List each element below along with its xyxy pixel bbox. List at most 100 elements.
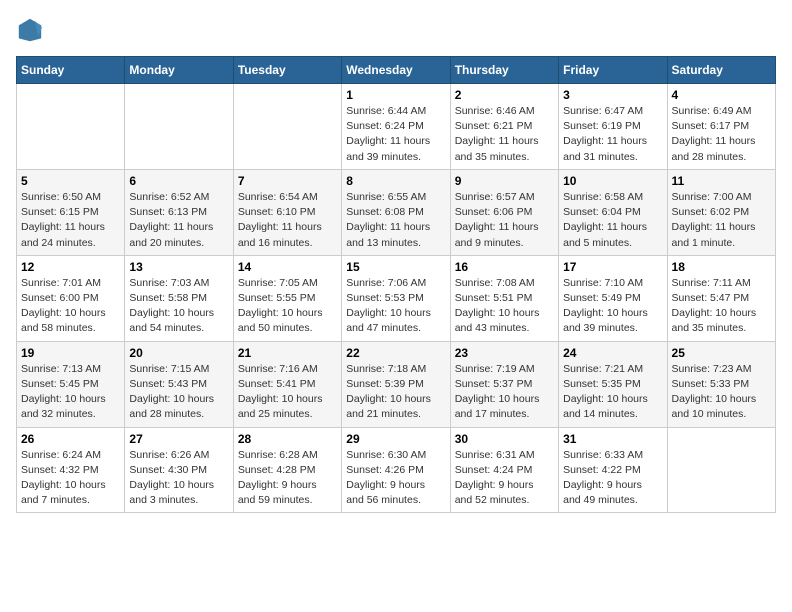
calendar-week-1: 1 Sunrise: 6:44 AM Sunset: 6:24 PM Daylig… — [17, 84, 776, 170]
calendar-cell: 30 Sunrise: 6:31 AM Sunset: 4:24 PM Dayli… — [450, 427, 558, 513]
day-info: Sunrise: 7:06 AM Sunset: 5:53 PM Dayligh… — [346, 276, 445, 337]
calendar-cell: 21Sunrise: 7:16 AM Sunset: 5:41 PM Dayli… — [233, 341, 341, 427]
day-info: Sunrise: 6:50 AM Sunset: 6:15 PM Dayligh… — [21, 190, 120, 251]
day-number: 7 — [238, 174, 337, 188]
calendar-cell: 1 Sunrise: 6:44 AM Sunset: 6:24 PM Daylig… — [342, 84, 450, 170]
day-info: Sunrise: 6:24 AM Sunset: 4:32 PM Dayligh… — [21, 448, 120, 509]
day-number: 18 — [672, 260, 771, 274]
day-info: Sunrise: 6:57 AM Sunset: 6:06 PM Dayligh… — [455, 190, 554, 251]
day-number: 25 — [672, 346, 771, 360]
day-number: 16 — [455, 260, 554, 274]
calendar-cell: 26 Sunrise: 6:24 AM Sunset: 4:32 PM Dayli… — [17, 427, 125, 513]
calendar-week-2: 5 Sunrise: 6:50 AM Sunset: 6:15 PM Daylig… — [17, 169, 776, 255]
calendar-cell: 3 Sunrise: 6:47 AM Sunset: 6:19 PM Daylig… — [559, 84, 667, 170]
calendar-cell: 23 Sunrise: 7:19 AM Sunset: 5:37 PM Dayli… — [450, 341, 558, 427]
calendar-cell: 2Sunrise: 6:46 AM Sunset: 6:21 PM Daylig… — [450, 84, 558, 170]
calendar-cell: 29 Sunrise: 6:30 AM Sunset: 4:26 PM Dayli… — [342, 427, 450, 513]
day-info: Sunrise: 6:58 AM Sunset: 6:04 PM Dayligh… — [563, 190, 662, 251]
day-number: 10 — [563, 174, 662, 188]
calendar-cell: 15 Sunrise: 7:06 AM Sunset: 5:53 PM Dayli… — [342, 255, 450, 341]
calendar-cell: 5 Sunrise: 6:50 AM Sunset: 6:15 PM Daylig… — [17, 169, 125, 255]
day-number: 8 — [346, 174, 445, 188]
day-info: Sunrise: 7:23 AM Sunset: 5:33 PM Dayligh… — [672, 362, 771, 423]
logo — [16, 16, 48, 44]
day-number: 1 — [346, 88, 445, 102]
calendar-cell: 7 Sunrise: 6:54 AM Sunset: 6:10 PM Daylig… — [233, 169, 341, 255]
day-info: Sunrise: 7:01 AM Sunset: 6:00 PM Dayligh… — [21, 276, 120, 337]
calendar-cell — [17, 84, 125, 170]
day-info: Sunrise: 6:28 AM Sunset: 4:28 PM Dayligh… — [238, 448, 337, 509]
day-number: 26 — [21, 432, 120, 446]
day-info: Sunrise: 6:31 AM Sunset: 4:24 PM Dayligh… — [455, 448, 554, 509]
day-info: Sunrise: 6:47 AM Sunset: 6:19 PM Dayligh… — [563, 104, 662, 165]
day-number: 3 — [563, 88, 662, 102]
day-info: Sunrise: 7:10 AM Sunset: 5:49 PM Dayligh… — [563, 276, 662, 337]
day-number: 29 — [346, 432, 445, 446]
weekday-header-sunday: Sunday — [17, 57, 125, 84]
logo-icon — [16, 16, 44, 44]
day-info: Sunrise: 7:15 AM Sunset: 5:43 PM Dayligh… — [129, 362, 228, 423]
day-number: 27 — [129, 432, 228, 446]
calendar-cell: 13 Sunrise: 7:03 AM Sunset: 5:58 PM Dayli… — [125, 255, 233, 341]
day-info: Sunrise: 6:26 AM Sunset: 4:30 PM Dayligh… — [129, 448, 228, 509]
calendar-week-5: 26 Sunrise: 6:24 AM Sunset: 4:32 PM Dayli… — [17, 427, 776, 513]
weekday-header-thursday: Thursday — [450, 57, 558, 84]
day-number: 15 — [346, 260, 445, 274]
calendar-cell: 28 Sunrise: 6:28 AM Sunset: 4:28 PM Dayli… — [233, 427, 341, 513]
day-info: Sunrise: 7:11 AM Sunset: 5:47 PM Dayligh… — [672, 276, 771, 337]
calendar-cell: 14 Sunrise: 7:05 AM Sunset: 5:55 PM Dayli… — [233, 255, 341, 341]
day-info: Sunrise: 7:00 AM Sunset: 6:02 PM Dayligh… — [672, 190, 771, 251]
day-number: 24 — [563, 346, 662, 360]
day-number: 28 — [238, 432, 337, 446]
weekday-header-wednesday: Wednesday — [342, 57, 450, 84]
calendar-cell: 22Sunrise: 7:18 AM Sunset: 5:39 PM Dayli… — [342, 341, 450, 427]
day-info: Sunrise: 7:08 AM Sunset: 5:51 PM Dayligh… — [455, 276, 554, 337]
day-number: 11 — [672, 174, 771, 188]
day-number: 19 — [21, 346, 120, 360]
day-info: Sunrise: 6:54 AM Sunset: 6:10 PM Dayligh… — [238, 190, 337, 251]
calendar-cell: 12 Sunrise: 7:01 AM Sunset: 6:00 PM Dayli… — [17, 255, 125, 341]
day-number: 30 — [455, 432, 554, 446]
day-info: Sunrise: 7:18 AM Sunset: 5:39 PM Dayligh… — [346, 362, 445, 423]
weekday-header-friday: Friday — [559, 57, 667, 84]
day-number: 13 — [129, 260, 228, 274]
calendar-week-3: 12 Sunrise: 7:01 AM Sunset: 6:00 PM Dayli… — [17, 255, 776, 341]
calendar-cell: 6 Sunrise: 6:52 AM Sunset: 6:13 PM Daylig… — [125, 169, 233, 255]
day-number: 6 — [129, 174, 228, 188]
calendar-cell — [125, 84, 233, 170]
page-header — [16, 16, 776, 44]
calendar-cell — [233, 84, 341, 170]
day-number: 5 — [21, 174, 120, 188]
day-number: 31 — [563, 432, 662, 446]
day-info: Sunrise: 7:03 AM Sunset: 5:58 PM Dayligh… — [129, 276, 228, 337]
day-info: Sunrise: 6:46 AM Sunset: 6:21 PM Dayligh… — [455, 104, 554, 165]
calendar-cell: 9Sunrise: 6:57 AM Sunset: 6:06 PM Daylig… — [450, 169, 558, 255]
day-number: 20 — [129, 346, 228, 360]
day-number: 12 — [21, 260, 120, 274]
day-info: Sunrise: 7:19 AM Sunset: 5:37 PM Dayligh… — [455, 362, 554, 423]
calendar-cell: 10 Sunrise: 6:58 AM Sunset: 6:04 PM Dayli… — [559, 169, 667, 255]
calendar-cell: 27 Sunrise: 6:26 AM Sunset: 4:30 PM Dayli… — [125, 427, 233, 513]
calendar-cell: 17Sunrise: 7:10 AM Sunset: 5:49 PM Dayli… — [559, 255, 667, 341]
day-number: 4 — [672, 88, 771, 102]
calendar-table: SundayMondayTuesdayWednesdayThursdayFrid… — [16, 56, 776, 513]
day-number: 23 — [455, 346, 554, 360]
day-info: Sunrise: 6:33 AM Sunset: 4:22 PM Dayligh… — [563, 448, 662, 509]
calendar-cell: 11 Sunrise: 7:00 AM Sunset: 6:02 PM Dayli… — [667, 169, 775, 255]
day-info: Sunrise: 6:52 AM Sunset: 6:13 PM Dayligh… — [129, 190, 228, 251]
day-info: Sunrise: 6:44 AM Sunset: 6:24 PM Dayligh… — [346, 104, 445, 165]
calendar-cell — [667, 427, 775, 513]
calendar-cell: 31 Sunrise: 6:33 AM Sunset: 4:22 PM Dayli… — [559, 427, 667, 513]
day-number: 14 — [238, 260, 337, 274]
calendar-cell: 19 Sunrise: 7:13 AM Sunset: 5:45 PM Dayli… — [17, 341, 125, 427]
day-info: Sunrise: 6:55 AM Sunset: 6:08 PM Dayligh… — [346, 190, 445, 251]
calendar-cell: 8 Sunrise: 6:55 AM Sunset: 6:08 PM Daylig… — [342, 169, 450, 255]
day-info: Sunrise: 7:05 AM Sunset: 5:55 PM Dayligh… — [238, 276, 337, 337]
calendar-cell: 24Sunrise: 7:21 AM Sunset: 5:35 PM Dayli… — [559, 341, 667, 427]
day-info: Sunrise: 7:13 AM Sunset: 5:45 PM Dayligh… — [21, 362, 120, 423]
day-number: 21 — [238, 346, 337, 360]
calendar-cell: 18 Sunrise: 7:11 AM Sunset: 5:47 PM Dayli… — [667, 255, 775, 341]
day-info: Sunrise: 6:30 AM Sunset: 4:26 PM Dayligh… — [346, 448, 445, 509]
weekday-header-tuesday: Tuesday — [233, 57, 341, 84]
calendar-cell: 25 Sunrise: 7:23 AM Sunset: 5:33 PM Dayli… — [667, 341, 775, 427]
